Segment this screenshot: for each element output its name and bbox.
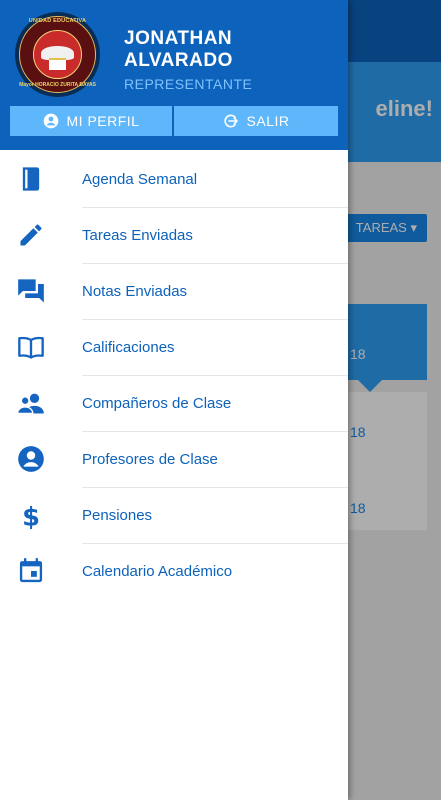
my-profile-label: MI PERFIL — [66, 113, 140, 129]
menu-item-companeros-de-clase[interactable]: Compañeros de Clase — [0, 375, 348, 431]
book-icon — [22, 167, 40, 191]
navigation-drawer: UNIDAD EDUCATIVA Mayor HORACIO ZURITA BA… — [0, 0, 348, 800]
logout-label: SALIR — [246, 113, 290, 129]
drawer-menu: Agenda Semanal Tareas Enviadas Notas Env… — [0, 151, 348, 599]
menu-item-label: Tareas Enviadas — [82, 227, 193, 244]
logo-top-text: UNIDAD EDUCATIVA — [28, 18, 87, 24]
account-circle-icon — [18, 446, 44, 472]
logout-button[interactable]: SALIR — [174, 106, 338, 136]
menu-item-label: Notas Enviadas — [82, 283, 188, 300]
dollar-icon: $ — [22, 503, 40, 530]
drawer-header: UNIDAD EDUCATIVA Mayor HORACIO ZURITA BA… — [0, 0, 348, 150]
menu-item-label: Calificaciones — [82, 339, 175, 356]
menu-item-label: Profesores de Clase — [82, 451, 218, 468]
menu-item-label: Compañeros de Clase — [82, 395, 232, 412]
menu-item-label: Calendario Académico — [82, 563, 233, 580]
user-role: REPRESENTANTE — [124, 76, 253, 92]
menu-item-tareas-enviadas[interactable]: Tareas Enviadas — [0, 207, 348, 263]
calendar-icon — [19, 558, 43, 583]
chat-icon — [18, 279, 44, 303]
logo-bottom-text: Mayor HORACIO ZURITA BAYAS — [19, 82, 96, 88]
menu-item-pensiones[interactable]: $ Pensiones — [0, 487, 348, 543]
people-icon — [17, 393, 44, 415]
logo-book — [49, 58, 66, 70]
menu-item-profesores-de-clase[interactable]: Profesores de Clase — [0, 431, 348, 487]
menu-item-agenda-semanal[interactable]: Agenda Semanal — [0, 151, 348, 207]
pencil-icon — [20, 224, 42, 246]
menu-item-calificaciones[interactable]: Calificaciones — [0, 319, 348, 375]
logout-icon — [223, 114, 238, 128]
menu-item-label: Agenda Semanal — [82, 171, 198, 188]
user-name: JONATHAN ALVARADO — [124, 28, 233, 71]
my-profile-button[interactable]: MI PERFIL — [10, 106, 172, 136]
menu-item-calendario-academico[interactable]: Calendario Académico — [0, 543, 348, 599]
menu-item-notas-enviadas[interactable]: Notas Enviadas — [0, 263, 348, 319]
svg-text:$: $ — [22, 503, 40, 530]
menu-item-label: Pensiones — [82, 507, 153, 524]
account-icon — [43, 113, 58, 129]
school-logo: UNIDAD EDUCATIVA Mayor HORACIO ZURITA BA… — [15, 12, 100, 97]
open-book-icon — [18, 336, 44, 359]
